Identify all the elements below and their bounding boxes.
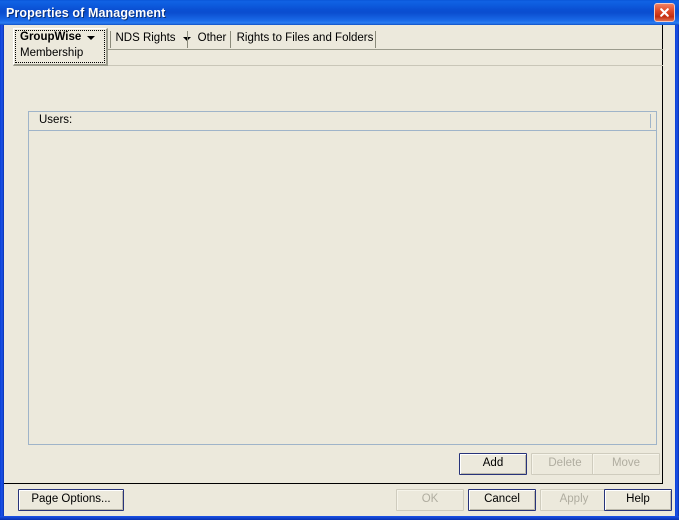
tab-rights-to-files-and-folders-label: Rights to Files and Folders xyxy=(236,31,374,44)
content-pane: GroupWise Membership NDS Rights Other Ri… xyxy=(4,25,663,484)
tab-strip-divider-lower xyxy=(108,65,663,66)
users-panel: Users: xyxy=(28,111,657,445)
page-options-button[interactable]: Page Options... xyxy=(18,489,124,511)
tab-separator xyxy=(110,31,111,48)
users-list[interactable] xyxy=(29,131,656,444)
users-panel-header-tick xyxy=(650,114,651,128)
tab-separator xyxy=(375,31,376,48)
tab-nds-rights-label: NDS Rights xyxy=(115,31,176,44)
tab-groupwise[interactable]: GroupWise Membership xyxy=(13,28,108,66)
title-bar: Properties of Management xyxy=(0,0,679,25)
move-button: Move xyxy=(592,453,660,475)
dialog-body: GroupWise Membership NDS Rights Other Ri… xyxy=(4,25,675,516)
window-frame-bottom xyxy=(0,516,679,520)
tab-separator xyxy=(187,31,188,48)
tab-other-label: Other xyxy=(197,31,227,44)
cancel-button[interactable]: Cancel xyxy=(468,489,536,511)
ok-button: OK xyxy=(396,489,464,511)
tab-strip-divider xyxy=(108,49,663,50)
users-panel-header: Users: xyxy=(29,112,656,131)
list-action-buttons: Add Delete Move xyxy=(4,453,663,475)
users-panel-label: Users: xyxy=(39,114,73,127)
tab-groupwise-subpage-label: Membership xyxy=(20,47,84,59)
tab-groupwise-header: GroupWise xyxy=(20,31,96,44)
window-title: Properties of Management xyxy=(6,5,166,20)
chevron-down-icon[interactable] xyxy=(87,35,96,40)
tab-strip: GroupWise Membership NDS Rights Other Ri… xyxy=(4,25,663,66)
close-icon[interactable] xyxy=(654,3,675,22)
apply-button: Apply xyxy=(540,489,608,511)
tab-groupwise-label: GroupWise xyxy=(20,31,82,43)
help-button[interactable]: Help xyxy=(604,489,672,511)
tab-rights-to-files-and-folders[interactable]: Rights to Files and Folders xyxy=(234,28,376,49)
window-frame-right xyxy=(675,25,679,520)
tab-nds-rights[interactable]: NDS Rights xyxy=(114,28,192,49)
tab-separator xyxy=(230,31,231,48)
delete-button: Delete xyxy=(531,453,599,475)
content-pane-gutter xyxy=(664,25,675,484)
add-button[interactable]: Add xyxy=(459,453,527,475)
tab-other[interactable]: Other xyxy=(191,28,233,49)
properties-dialog-window: Properties of Management GroupWise Membe… xyxy=(0,0,679,520)
dialog-footer: Page Options... OK Cancel Apply Help xyxy=(4,485,675,516)
